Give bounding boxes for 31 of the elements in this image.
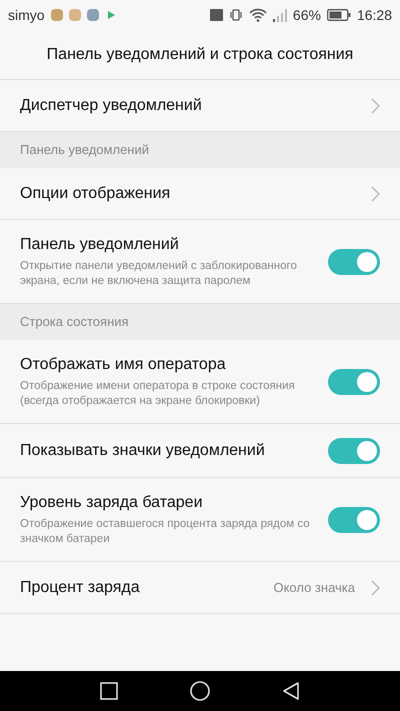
vibrate-icon [228, 8, 243, 22]
clock-time: 16:28 [356, 6, 392, 24]
home-icon[interactable] [190, 681, 210, 701]
row-value: Около значка [273, 578, 355, 597]
chevron-right-icon [371, 98, 380, 114]
section-header: Строка состояния [0, 304, 400, 340]
row-label: Процент заряда [20, 578, 141, 598]
chevron-right-icon [371, 186, 380, 202]
row-label: Отображать имя оператора [20, 355, 227, 375]
toggle-switch[interactable] [328, 248, 380, 274]
row-description: Отображение оставшегося процента заряда рядом со значком батареи [20, 517, 311, 547]
battery-percent: 66% [292, 6, 321, 24]
wifi-icon [248, 8, 267, 22]
section-header: Панель уведомлений [0, 132, 400, 168]
row-label: Уровень заряда батареи [20, 493, 204, 513]
toggle-switch[interactable] [328, 506, 380, 532]
row-label: Диспетчер уведомлений [20, 96, 203, 116]
row-description: Отображение имени оператора в строке состояния (всегда отображается на экране блокировки) [20, 379, 296, 409]
row-label: Показывать значки уведомлений [20, 440, 266, 460]
chevron-right-icon [371, 580, 380, 596]
toggle-switch[interactable] [328, 438, 380, 464]
recent-apps-icon[interactable] [100, 682, 118, 700]
toggle-switch[interactable] [328, 368, 380, 394]
signal-icon [272, 8, 287, 22]
battery-icon [326, 9, 351, 21]
row-description: Открытие панели уведомлений с заблокированного экрана, если не включена защита паролем [20, 259, 298, 289]
row-label: Панель уведомлений [20, 235, 180, 255]
row-label: Опции отображения [20, 184, 172, 204]
screen-title: Панель уведомлений и строка состояния [46, 44, 354, 64]
carrier-name: simyo [8, 6, 45, 25]
back-icon[interactable] [282, 682, 300, 700]
